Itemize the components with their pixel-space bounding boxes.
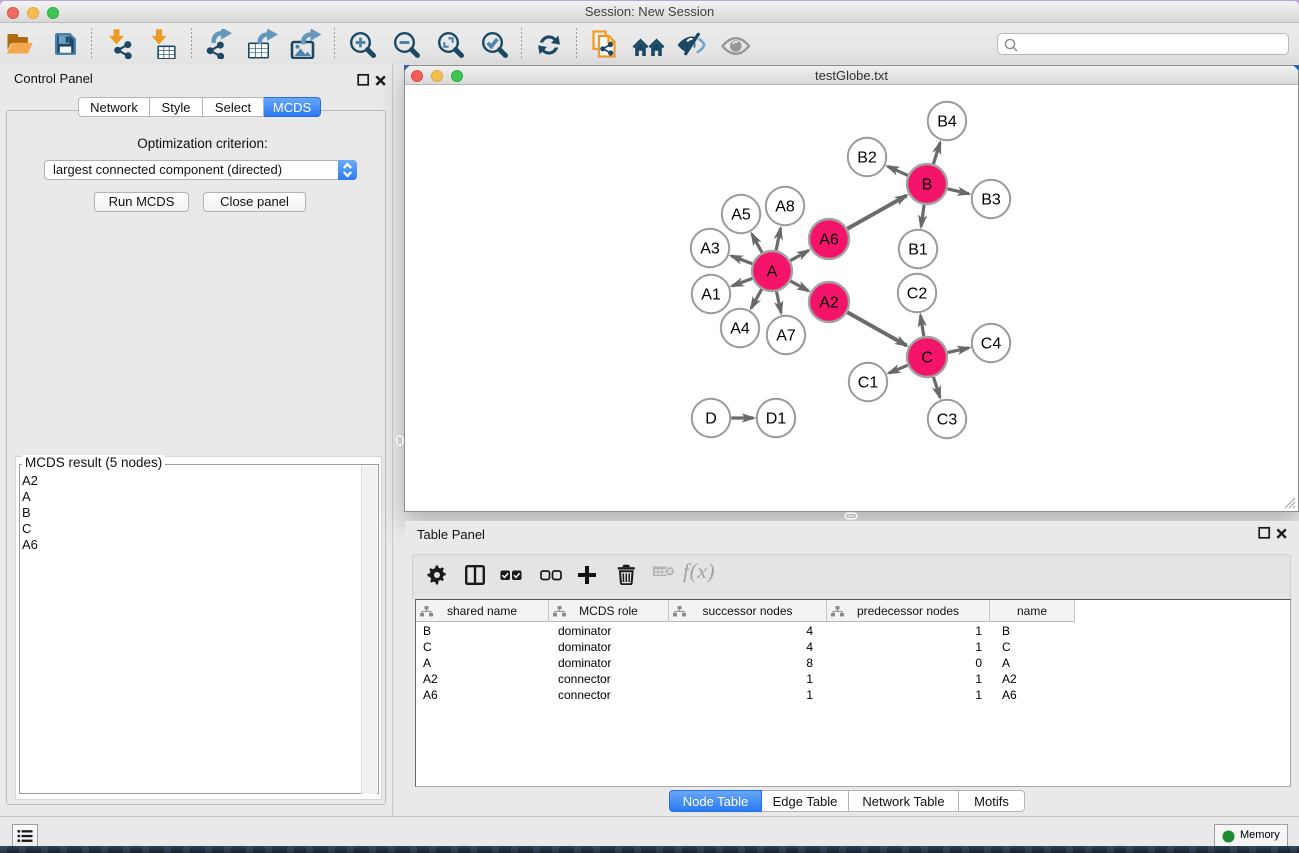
svg-text:C4: C4 <box>981 336 1002 353</box>
svg-text:A5: A5 <box>731 207 751 224</box>
svg-text:B4: B4 <box>937 114 957 131</box>
svg-text:B3: B3 <box>981 192 1001 209</box>
svg-text:A1: A1 <box>701 287 721 304</box>
svg-text:B1: B1 <box>908 242 928 259</box>
svg-text:A3: A3 <box>700 241 720 258</box>
svg-text:A8: A8 <box>775 199 795 216</box>
svg-text:B2: B2 <box>857 150 877 167</box>
svg-text:C: C <box>921 350 933 367</box>
svg-text:B: B <box>922 177 933 194</box>
svg-text:A: A <box>767 264 778 281</box>
svg-text:D1: D1 <box>766 411 787 428</box>
svg-text:A2: A2 <box>819 295 839 312</box>
svg-text:C3: C3 <box>937 412 958 429</box>
svg-text:f(x): f(x) <box>683 560 715 583</box>
svg-text:D: D <box>705 411 717 428</box>
svg-text:C2: C2 <box>907 286 928 303</box>
svg-text:C1: C1 <box>858 375 879 392</box>
svg-text:A4: A4 <box>730 321 750 338</box>
svg-text:A7: A7 <box>776 328 796 345</box>
svg-text:A6: A6 <box>819 232 839 249</box>
